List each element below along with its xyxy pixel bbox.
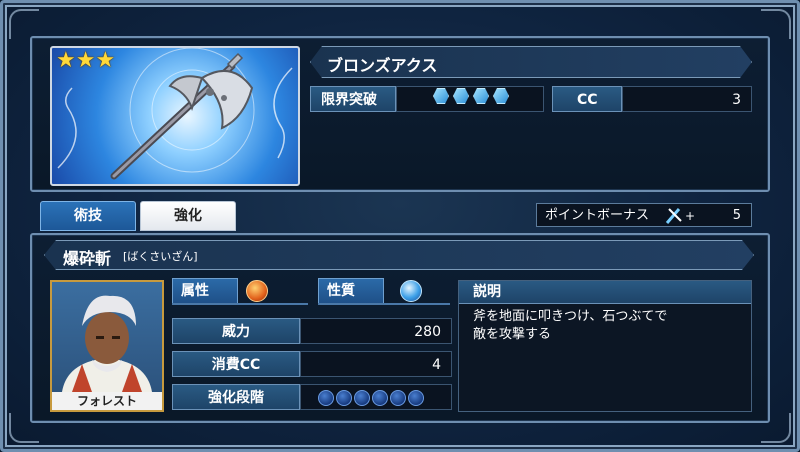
weapon-image: ★ ★ ★ xyxy=(50,46,300,186)
enhance-orb-icon xyxy=(318,390,334,406)
description-label: 説明 xyxy=(459,281,751,304)
description-text: 斧を地面に叩きつけ、石つぶてで 敵を攻撃する xyxy=(473,309,668,342)
nature-orb-icon xyxy=(400,280,422,302)
nature-label: 性質 xyxy=(318,278,384,304)
weapon-name: ブロンズアクス xyxy=(327,56,438,75)
enhance-orb-icon xyxy=(336,390,352,406)
rarity-stars: ★ ★ ★ xyxy=(56,50,115,72)
point-bonus-value: 5 xyxy=(732,208,741,223)
star-icon: ★ xyxy=(75,48,96,73)
fire-element-icon xyxy=(246,280,268,302)
limit-break-value xyxy=(396,86,544,112)
skill-reading: [ばくさいざん] xyxy=(123,250,198,263)
character-portrait: フォレスト xyxy=(50,280,164,412)
nature-underline xyxy=(318,303,450,305)
character-avatar xyxy=(62,295,152,392)
point-bonus-box: ポイントボーナス + 5 xyxy=(536,203,752,227)
enhance-orb-icon xyxy=(408,390,424,406)
enhance-level-value xyxy=(300,384,452,410)
skill-name-banner: 爆砕斬 [ばくさいざん] xyxy=(44,240,754,270)
skill-name: 爆砕斬 xyxy=(63,249,112,268)
star-icon: ★ xyxy=(56,48,76,73)
tab-enhance[interactable]: 強化 xyxy=(140,201,236,231)
limit-break-diamond-icon xyxy=(453,88,469,104)
star-icon: ★ xyxy=(95,48,116,73)
enhance-orb-icon xyxy=(372,390,388,406)
limit-break-diamond-icon xyxy=(493,88,509,104)
character-name: フォレスト xyxy=(52,392,162,410)
cost-label: 消費CC xyxy=(172,351,300,377)
description-box: 説明 斧を地面に叩きつけ、石つぶてで 敵を攻撃する xyxy=(458,280,752,412)
cc-value: 3 xyxy=(622,86,752,112)
attribute-label: 属性 xyxy=(172,278,238,304)
cc-label: CC xyxy=(552,86,622,112)
enhance-orb-icon xyxy=(390,390,406,406)
enhance-level-label: 強化段階 xyxy=(172,384,300,410)
cost-value: 4 xyxy=(300,351,452,377)
limit-break-diamond-icon xyxy=(433,88,449,104)
point-bonus-label: ポイントボーナス xyxy=(545,208,650,223)
limit-break-label: 限界突破 xyxy=(310,86,396,112)
point-bonus-plus: + xyxy=(685,209,696,223)
power-value: 280 xyxy=(300,318,452,344)
limit-break-diamond-icon xyxy=(473,88,489,104)
corner-ornament xyxy=(9,9,39,39)
attribute-underline xyxy=(172,303,308,305)
enhance-orb-icon xyxy=(354,390,370,406)
point-bonus-icon xyxy=(665,207,683,234)
corner-ornament xyxy=(761,9,791,39)
tab-skill[interactable]: 術技 xyxy=(40,201,136,231)
power-label: 威力 xyxy=(172,318,300,344)
weapon-name-banner: ブロンズアクス xyxy=(310,46,752,78)
